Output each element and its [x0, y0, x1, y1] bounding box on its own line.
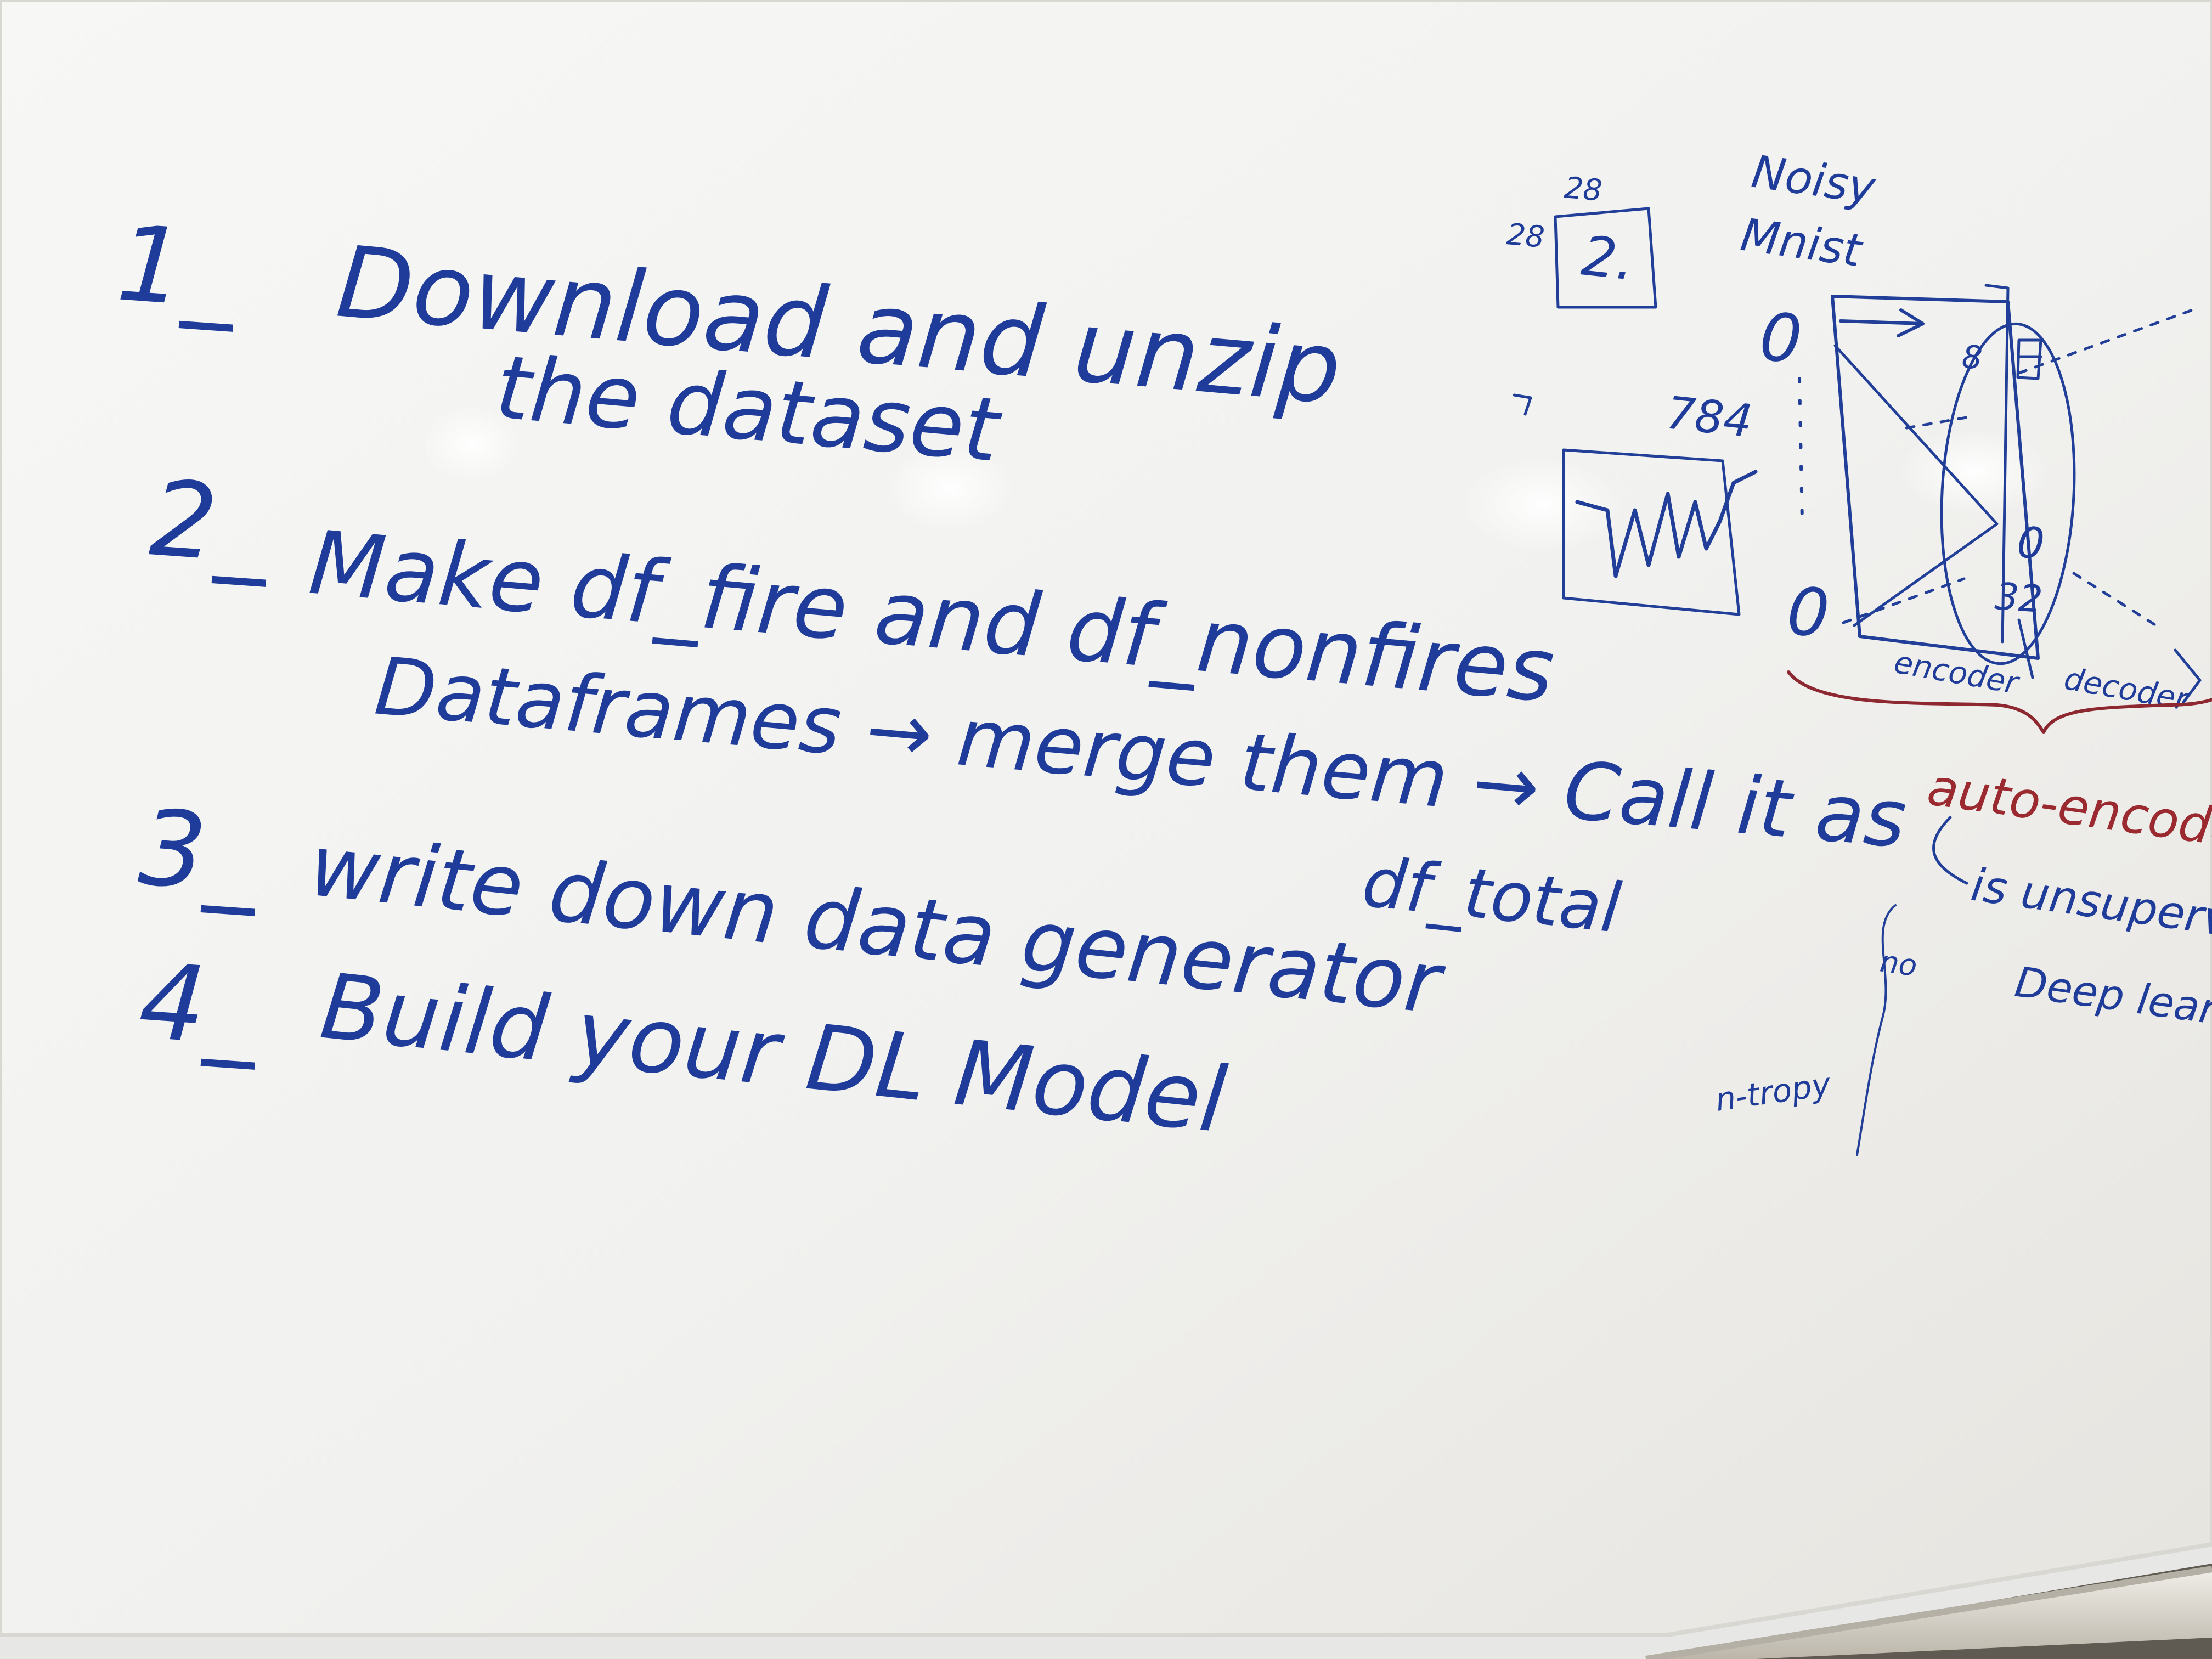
- latent-node: 0: [2016, 518, 2046, 569]
- input-node-top: 0: [1757, 299, 1804, 378]
- task-number: 3_: [136, 787, 263, 916]
- input-size-label: 784: [1664, 387, 1755, 448]
- node-8-label: 8: [1961, 338, 1984, 376]
- task-number: 4_: [136, 940, 263, 1070]
- node-32-label: 32: [1994, 575, 2044, 622]
- task-number: 2_: [146, 458, 274, 587]
- mnist-image-digit: 2.: [1578, 224, 1637, 293]
- input-node-bottom: 0: [1785, 573, 1832, 652]
- image-size-top: 28: [1563, 170, 1604, 208]
- ceiling-light-reflection: [1459, 455, 1624, 554]
- image-size-side: 28: [1505, 217, 1546, 255]
- whiteboard-scene: 1_ Download and unzip the dataset 2_ Mak…: [0, 0, 2212, 1659]
- task-number: 1_: [114, 202, 241, 332]
- whiteboard-photo: 1_ Download and unzip the dataset 2_ Mak…: [0, 0, 2212, 1659]
